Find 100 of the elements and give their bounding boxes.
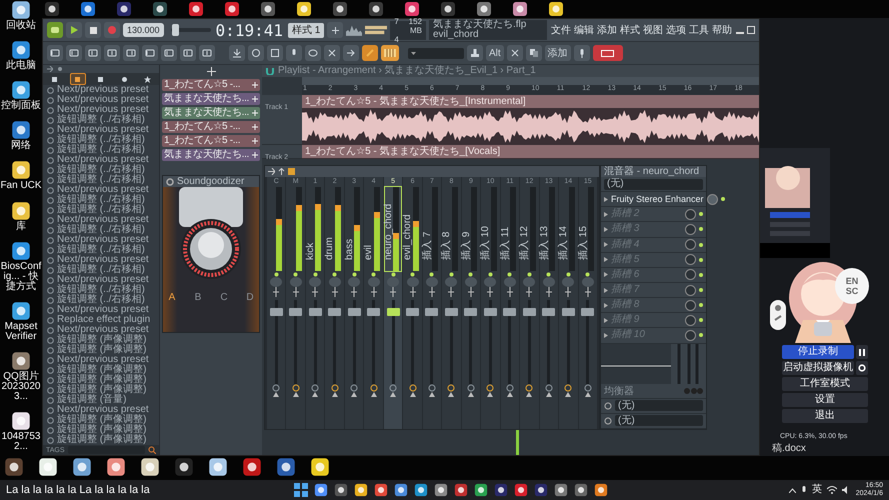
pattern-selector[interactable]: 样式 1: [288, 22, 324, 38]
clip-label: 1_わたてん☆5 - 気ままな天使たち_[Instrumental]: [305, 95, 526, 108]
strip-name: evil_chord: [403, 213, 414, 260]
browser-item[interactable]: 旋钮调整 (../右移相): [57, 295, 145, 306]
input-selector[interactable]: (无): [604, 178, 703, 190]
control-button[interactable]: 设置: [782, 393, 868, 407]
strip-name: 插入 10: [481, 225, 492, 260]
desktop-icon-label[interactable]: 库: [0, 222, 42, 232]
audio-clip[interactable]: 1_わたてん☆5 - 気ままな天使たち_[Instrumental]: [302, 95, 759, 145]
browser-item[interactable]: 旋钮调整 (../右移相): [57, 285, 145, 296]
add-button[interactable]: 添加: [544, 45, 571, 61]
browser-item[interactable]: 旋钮调整 (../右移相): [57, 225, 145, 236]
menu-item[interactable]: 编辑: [573, 23, 595, 37]
output-selector[interactable]: (无): [615, 415, 703, 426]
clip-button[interactable]: 気ままな天使たち...: [162, 93, 260, 105]
memory-reading: 152 MB: [408, 16, 422, 34]
desktop-icon-label[interactable]: Fan UCK: [0, 181, 42, 192]
browser-item[interactable]: 旋钮调整 (../右移相): [57, 145, 145, 156]
browser-item[interactable]: 旋钮调整 (../右移相): [57, 175, 145, 186]
desktop-icon-label[interactable]: 此电脑: [0, 61, 42, 72]
browser-item[interactable]: Next/previous preset: [57, 235, 149, 246]
browser-item[interactable]: 旋钮调整 (声像调整): [57, 435, 146, 446]
desktop-icon-label[interactable]: Mapset Verifier: [0, 322, 42, 342]
effects-title: 混音器 - neuro_chord: [604, 166, 700, 176]
desktop-icon-label[interactable]: 10487532...: [0, 432, 42, 452]
browser-item[interactable]: 旋钮调整 (../右移相): [57, 165, 145, 176]
browser-item[interactable]: Next/previous preset: [57, 255, 149, 266]
cpu-reading: 7: [394, 16, 399, 28]
tempo-field[interactable]: 130.000: [123, 23, 164, 37]
desktop-icon-label[interactable]: 回收站: [0, 21, 42, 31]
effect-slot[interactable]: Fruity Stereo Enhancer: [601, 192, 706, 208]
menu-item[interactable]: 文件: [550, 23, 572, 37]
browser-item[interactable]: Next/previous preset: [57, 325, 149, 336]
time-display: 0:19:41: [214, 20, 284, 40]
menu-item[interactable]: 帮助: [711, 23, 733, 37]
browser-item[interactable]: Next/previous preset: [57, 125, 149, 136]
browser-item[interactable]: 旋钮调整 (../右移相): [57, 205, 145, 216]
browser-item[interactable]: 旋钮调整 (声像调整): [57, 345, 146, 356]
desktop-icon-label[interactable]: QQ图片 20230203...: [0, 372, 42, 402]
polyphony-reading: 4: [394, 34, 399, 44]
output-selector[interactable]: (无): [615, 400, 703, 412]
browser-item[interactable]: Replace effect plugin: [57, 315, 150, 326]
menu-item[interactable]: 样式: [619, 23, 641, 37]
menu-item[interactable]: 视图: [642, 23, 664, 37]
input-method-indicator[interactable]: 英: [812, 485, 822, 495]
desktop-icon-label[interactable]: BiosConfig... - 快捷方式: [0, 262, 42, 292]
control-button[interactable]: 退出: [782, 409, 868, 423]
browser-item[interactable]: 旋钮调整 (音量): [57, 395, 126, 406]
language-bubble[interactable]: EN SC: [835, 268, 869, 304]
browser-item[interactable]: 旋钮调整 (声像调整): [57, 385, 146, 396]
browser-item[interactable]: Next/previous preset: [57, 215, 149, 226]
browser-item[interactable]: Next/previous preset: [57, 155, 149, 166]
lyrics-text: La la la la la la La la la la la la: [6, 484, 151, 496]
desktop-icon-label[interactable]: 网络: [0, 141, 42, 152]
control-button[interactable]: 启动虚拟摄像机: [782, 361, 854, 375]
browser-item[interactable]: 旋钮调整 (../右移相): [57, 265, 145, 276]
audio-clip[interactable]: 1_わたてん☆5 - 気ままな天使たち_[Vocals]: [302, 145, 759, 159]
browser-item[interactable]: 旋钮调整 (声像调整): [57, 425, 146, 436]
browser-item[interactable]: Next/previous preset: [57, 185, 149, 196]
browser-item[interactable]: 旋钮调整 (声像调整): [57, 415, 146, 426]
clip-button[interactable]: 気ままな天使たち...: [162, 149, 260, 161]
browser-item[interactable]: 旋钮调整 (../右移相): [57, 245, 145, 256]
strip-name: drum: [325, 236, 336, 260]
preset-button[interactable]: D: [242, 289, 258, 305]
browser-item[interactable]: 旋钮调整 (声像调整): [57, 365, 146, 376]
browser-item[interactable]: 旋钮调整 (../右移相): [57, 195, 145, 206]
preset-button[interactable]: A: [164, 289, 180, 305]
browser-item[interactable]: Next/previous preset: [57, 85, 149, 96]
browser-item[interactable]: 旋钮调整 (../右移相): [57, 115, 145, 126]
browser-item[interactable]: Next/previous preset: [57, 305, 149, 316]
browser-item[interactable]: Next/previous preset: [57, 275, 149, 286]
menu-item[interactable]: 选项: [665, 23, 687, 37]
strip-name: 插入 7: [422, 230, 433, 260]
desktop-file-label[interactable]: 稿.docx: [772, 444, 806, 454]
control-button[interactable]: 工作室模式: [782, 377, 868, 391]
browser-item[interactable]: 旋钮调整 (../右移相): [57, 135, 145, 146]
strip-name: kick: [306, 242, 316, 260]
clip-button[interactable]: 1_わたてん☆5 -...: [162, 79, 260, 91]
browser-item[interactable]: 旋钮调整 (声像调整): [57, 335, 146, 346]
clip-button[interactable]: 1_わたてん☆5 -...: [162, 121, 260, 133]
browser-item[interactable]: Next/previous preset: [57, 105, 149, 116]
clip-button[interactable]: 気ままな天使たち...: [162, 107, 260, 119]
browser-item[interactable]: Next/previous preset: [57, 355, 149, 366]
menu-item[interactable]: 添加: [596, 23, 618, 37]
desktop-icon-label[interactable]: 控制面板: [0, 101, 42, 112]
alt-button[interactable]: Alt: [486, 45, 504, 61]
clip-button[interactable]: 1_わたてん☆5 -...: [162, 135, 260, 147]
menu-item[interactable]: 工具: [688, 23, 710, 37]
preset-button[interactable]: C: [216, 289, 232, 305]
browser-item[interactable]: 旋钮调整 (声像调整): [57, 375, 146, 386]
browser-item[interactable]: Next/previous preset: [57, 405, 149, 416]
browser-item[interactable]: Next/previous preset: [57, 95, 149, 106]
preset-button[interactable]: B: [190, 289, 206, 305]
clip-label: 1_わたてん☆5 - 気ままな天使たち_[Vocals]: [305, 145, 500, 158]
strip-name: neuro_chord: [384, 202, 394, 260]
eq-label: 均衡器: [604, 384, 635, 398]
strip-name: 插入 15: [578, 225, 588, 260]
strip-name: bass: [344, 238, 355, 260]
control-button[interactable]: 停止录制: [782, 345, 854, 359]
hint-subtitle: evil_chord: [433, 30, 480, 40]
